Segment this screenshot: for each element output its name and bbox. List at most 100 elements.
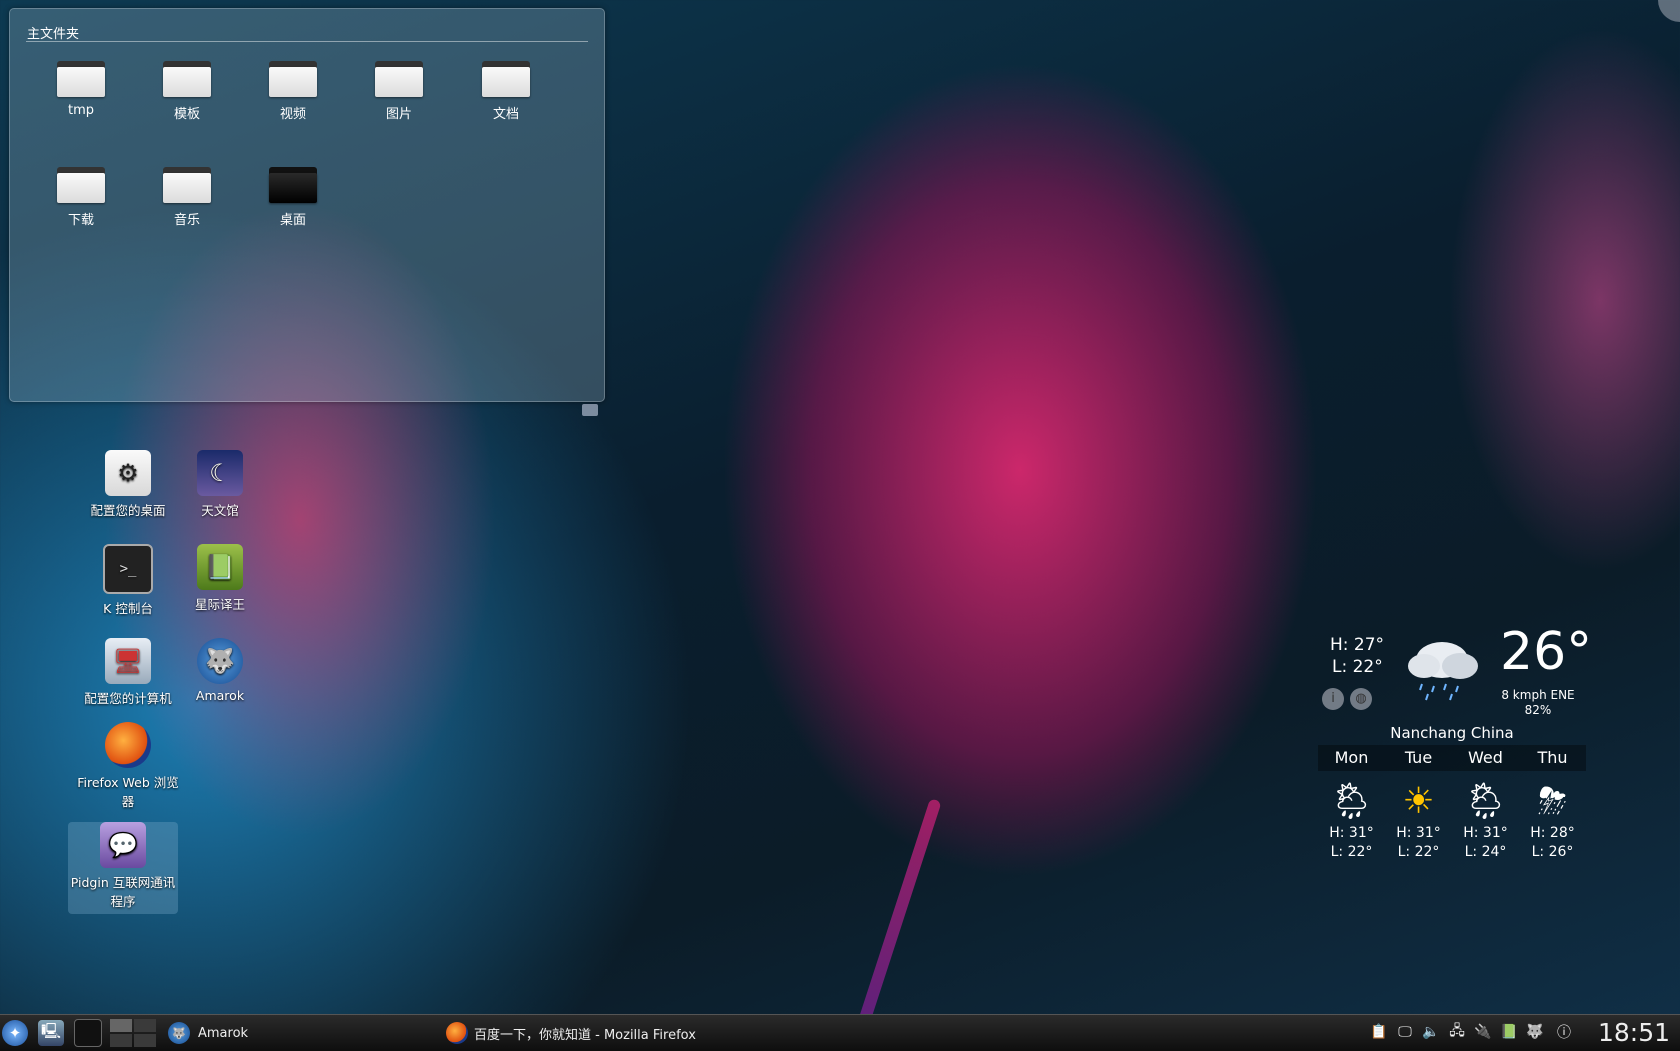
current-high: H: 27° [1330, 635, 1385, 655]
desktop-icon-stardict[interactable]: 📗 星际译王 [170, 544, 270, 613]
folder-label: tmp [67, 103, 94, 118]
terminal-icon: >_ [103, 544, 153, 594]
kickoff-launcher-button[interactable]: ✦ [2, 1015, 28, 1051]
folder-item-videos[interactable]: 视频 [248, 61, 338, 122]
folder-label: 模板 [173, 107, 200, 122]
desktop-icon-configure-computer[interactable]: 🖥 配置您的计算机 [78, 638, 178, 707]
network-icon[interactable]: 🖧 [1446, 1020, 1468, 1044]
firefox-icon [105, 722, 151, 768]
desktop-icon-label: 天文馆 [201, 503, 239, 518]
thunderstorm-icon: ⛈ [1538, 781, 1567, 822]
wind-speed: 8 kmph ENE [1501, 688, 1575, 702]
folder-label: 文档 [492, 107, 519, 122]
folder-label: 视频 [279, 107, 306, 122]
current-low: L: 22° [1332, 657, 1383, 677]
folder-icon [163, 167, 211, 203]
konsole-launcher-button[interactable] [74, 1015, 102, 1051]
weather-widget: H: 27° L: 22° i ◍ 26° 8 kmph ENE 82% Nan… [1318, 620, 1592, 880]
desktop-icon-configure-desktop[interactable]: ⚙ 配置您的桌面 [78, 450, 178, 519]
forecast-col: ⛈ H: 28° L: 26° [1519, 780, 1586, 862]
book-icon: 📗 [197, 544, 243, 590]
desktop-icon-planetarium[interactable]: ☾ 天文馆 [170, 450, 270, 519]
task-label: 百度一下，你就知道 - Mozilla Firefox [474, 1027, 696, 1043]
sun-icon: ☀ [1402, 781, 1435, 822]
folder-label: 桌面 [279, 213, 306, 228]
amarok-wolf-icon: 🐺 [197, 638, 243, 684]
computer-icon: 🖳 [38, 1020, 64, 1046]
pager-desktop-3[interactable] [110, 1034, 132, 1047]
device-notifier-icon[interactable]: 🔌 [1472, 1020, 1494, 1044]
settings-folder-icon: ⚙ [105, 450, 151, 496]
forecast-day: Mon [1334, 748, 1369, 767]
desktop-icon-firefox[interactable]: Firefox Web 浏览器 [76, 722, 180, 810]
show-desktop-button[interactable]: 🖳 [38, 1015, 64, 1051]
pager-grid [110, 1019, 156, 1047]
dictionary-tray-icon[interactable]: 📗 [1498, 1020, 1520, 1044]
desktop-folder-icon [269, 167, 317, 203]
task-firefox[interactable]: 百度一下，你就知道 - Mozilla Firefox [446, 1015, 846, 1051]
desktop-icon-label: Firefox Web 浏览器 [77, 775, 179, 809]
folder-view-divider [26, 41, 588, 42]
weather-location: Nanchang China [1390, 724, 1514, 742]
wind-humidity: 8 kmph ENE 82% [1488, 688, 1588, 718]
folder-label: 图片 [385, 107, 412, 122]
desktop-icon-label: 星际译王 [194, 597, 245, 612]
task-label: Amarok [198, 1025, 249, 1041]
clipboard-icon[interactable]: 📋 [1368, 1020, 1390, 1044]
amarok-tray-icon[interactable]: 🐺 [1524, 1020, 1546, 1044]
desktop-icon-konsole[interactable]: >_ K 控制台 [78, 544, 178, 617]
folder-item-tmp[interactable]: tmp [36, 61, 126, 118]
cloud-rain-icon [1408, 642, 1478, 701]
pager-desktop-4[interactable] [134, 1034, 156, 1047]
pager-desktop-1[interactable] [110, 1019, 132, 1032]
forecast-high: H: 31° [1396, 825, 1441, 841]
desktop-toolbox-corner[interactable] [1658, 0, 1680, 22]
desktop-icon-amarok[interactable]: 🐺 Amarok [170, 638, 270, 703]
monitor-settings-icon: 🖥 [105, 638, 151, 684]
folder-icon [482, 61, 530, 97]
folder-icon [163, 61, 211, 97]
info-icon[interactable]: i [1322, 688, 1344, 710]
folder-item-music[interactable]: 音乐 [142, 167, 232, 228]
folder-item-desktop[interactable]: 桌面 [248, 167, 338, 228]
folder-view-title: 主文件夹 [27, 27, 80, 42]
forecast-low: L: 22° [1330, 844, 1373, 860]
folder-view-resize-handle[interactable] [582, 404, 598, 416]
task-amarok[interactable]: 🐺 Amarok [168, 1015, 418, 1051]
desktop-icon-pidgin[interactable]: 💬 Pidgin 互联网通讯程序 [68, 822, 178, 914]
volume-icon[interactable]: 🔈 [1420, 1020, 1442, 1044]
forecast-day: Wed [1468, 748, 1503, 767]
desktop-icon-label: Pidgin 互联网通讯程序 [70, 875, 176, 909]
forecast-high: H: 28° [1530, 825, 1575, 841]
notifications-info-icon[interactable]: ⓘ [1550, 1020, 1578, 1044]
forecast-col: 🌦 H: 31° L: 24° [1452, 780, 1519, 862]
forecast-day: Tue [1404, 748, 1433, 767]
digital-clock[interactable]: 18:51 [1598, 1018, 1670, 1047]
globe-icon[interactable]: ◍ [1350, 688, 1372, 710]
forecast-high: H: 31° [1463, 825, 1508, 841]
taskbar-panel: ✦ 🖳 🐺 Amarok 百度一下，你就知道 - Mozilla Firefox… [0, 1014, 1680, 1051]
firefox-icon [446, 1022, 468, 1044]
pager-widget[interactable] [110, 1015, 156, 1051]
sun-cloud-rain-icon: 🌦 [1328, 781, 1375, 822]
current-temperature: 26° [1500, 622, 1593, 682]
folder-item-downloads[interactable]: 下载 [36, 167, 126, 228]
amarok-wolf-icon: 🐺 [168, 1022, 190, 1044]
folder-icon [375, 61, 423, 97]
kde-launcher-icon: ✦ [2, 1020, 28, 1046]
forecast-low: L: 26° [1531, 844, 1574, 860]
sun-cloud-rain-icon: 🌦 [1462, 781, 1509, 822]
pager-desktop-2[interactable] [134, 1019, 156, 1032]
forecast-day: Thu [1537, 748, 1568, 767]
forecast-day-header: Mon Tue Wed Thu [1318, 745, 1586, 771]
terminal-icon [74, 1019, 102, 1047]
moon-icon: ☾ [197, 450, 243, 496]
system-tray: 📋 🖵 🔈 🖧 🔌 📗 🐺 ⓘ [1368, 1020, 1578, 1044]
folder-item-pictures[interactable]: 图片 [354, 61, 444, 122]
forecast-low: L: 24° [1464, 844, 1507, 860]
forecast-col: 🌦 H: 31° L: 22° [1318, 780, 1385, 862]
desktop-icon-label: 配置您的桌面 [90, 503, 166, 518]
folder-item-templates[interactable]: 模板 [142, 61, 232, 122]
folder-item-documents[interactable]: 文档 [461, 61, 551, 122]
update-notifier-icon[interactable]: 🖵 [1394, 1020, 1416, 1044]
